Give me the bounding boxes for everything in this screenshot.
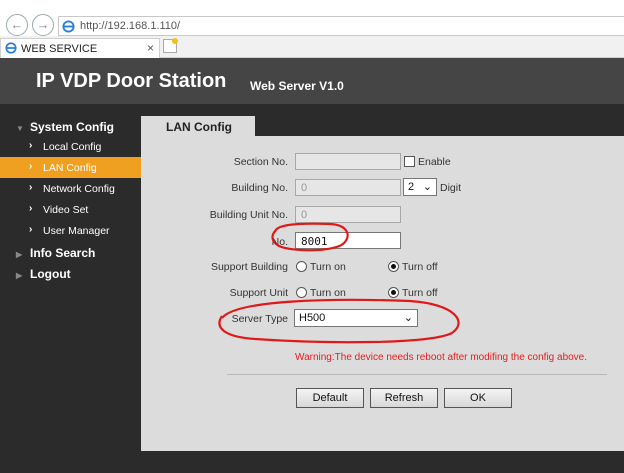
- default-button[interactable]: Default: [296, 388, 364, 408]
- tab-label: LAN Config: [166, 120, 232, 134]
- sidebar-section-logout[interactable]: ▶ Logout: [16, 267, 71, 281]
- ok-button[interactable]: OK: [444, 388, 512, 408]
- support-unit-label: Support Unit: [229, 287, 288, 299]
- app-title: IP VDP Door Station: [36, 70, 227, 92]
- new-tab-icon[interactable]: [163, 38, 178, 53]
- enable-checkbox[interactable]: [404, 156, 415, 167]
- close-icon[interactable]: ×: [147, 41, 154, 55]
- enable-label: Enable: [418, 156, 451, 168]
- support-unit-off-radio[interactable]: [388, 287, 399, 298]
- support-building-on-label: Turn on: [310, 261, 346, 273]
- sidebar-item-network-config[interactable]: › Network Config: [0, 178, 141, 199]
- chevron-right-icon: ›: [29, 140, 33, 151]
- sidebar-section-info-search[interactable]: ▶ Info Search: [16, 246, 95, 260]
- warning-message: Warning:The device needs reboot after mo…: [295, 352, 588, 363]
- chevron-right-icon: ›: [29, 182, 33, 193]
- support-building-label: Support Building: [210, 261, 288, 273]
- chevron-right-icon: ›: [29, 203, 33, 214]
- sidebar-section-label: Info Search: [30, 246, 96, 260]
- sidebar-item-lan-config[interactable]: › LAN Config: [0, 157, 141, 178]
- browser-tab-title: WEB SERVICE: [21, 43, 98, 55]
- tab-lan-config[interactable]: LAN Config: [141, 116, 255, 136]
- support-building-on-radio[interactable]: [296, 261, 307, 272]
- no-field[interactable]: 8001: [295, 232, 401, 249]
- ie-icon: [62, 20, 75, 33]
- sidebar-item-local-config[interactable]: › Local Config: [0, 136, 141, 157]
- server-type-select[interactable]: H500 ⌄: [294, 309, 418, 327]
- building-unit-no-field[interactable]: 0: [295, 206, 401, 223]
- triangle-down-icon: ▼: [16, 124, 24, 133]
- refresh-button[interactable]: Refresh: [370, 388, 438, 408]
- app-subtitle: Web Server V1.0: [250, 79, 344, 93]
- support-building-off-label: Turn off: [402, 261, 438, 273]
- no-label: No.: [271, 236, 288, 248]
- chevron-down-icon: ⌄: [422, 181, 432, 193]
- server-type-label: Server Type: [231, 313, 288, 325]
- support-unit-off-label: Turn off: [402, 287, 438, 299]
- building-unit-no-label: Building Unit No.: [209, 209, 288, 221]
- section-no-label: Section No.: [233, 156, 288, 168]
- browser-tab[interactable]: WEB SERVICE ×: [0, 38, 160, 58]
- url-text: http://192.168.1.110/: [80, 20, 181, 32]
- chevron-down-icon: ⌄: [403, 312, 413, 324]
- ie-icon: [5, 42, 17, 54]
- digit-select[interactable]: 2 ⌄: [403, 178, 437, 196]
- back-icon[interactable]: ←: [6, 14, 28, 36]
- browser-address-bar: ← → http://192.168.1.110/: [0, 0, 624, 36]
- support-unit-on-radio[interactable]: [296, 287, 307, 298]
- server-type-value: H500: [299, 312, 326, 324]
- triangle-right-icon: ▶: [16, 250, 23, 259]
- triangle-right-icon: ▶: [16, 271, 23, 280]
- sidebar-item-label: Local Config: [43, 141, 102, 153]
- building-no-label: Building No.: [231, 182, 288, 194]
- sidebar-section-label: System Config: [30, 120, 115, 134]
- chevron-right-icon: ›: [29, 224, 33, 235]
- sidebar-item-user-manager[interactable]: › User Manager: [0, 220, 141, 241]
- forward-icon[interactable]: →: [32, 14, 54, 36]
- chevron-right-icon: ›: [29, 161, 33, 172]
- sidebar-item-video-set[interactable]: › Video Set: [0, 199, 141, 220]
- sidebar-item-label: User Manager: [43, 225, 110, 237]
- app-header: IP VDP Door Station Web Server V1.0: [0, 58, 624, 104]
- support-building-off-radio[interactable]: [388, 261, 399, 272]
- sidebar-item-label: Network Config: [43, 183, 115, 195]
- section-no-field[interactable]: [295, 153, 401, 170]
- url-field[interactable]: http://192.168.1.110/: [58, 16, 624, 36]
- building-no-field[interactable]: 0: [295, 179, 401, 196]
- sidebar-item-label: LAN Config: [43, 162, 97, 174]
- divider: [227, 374, 607, 375]
- browser-tab-bar: WEB SERVICE ×: [0, 36, 624, 58]
- sidebar-item-label: Video Set: [43, 204, 89, 216]
- digit-select-value: 2: [408, 181, 415, 193]
- support-unit-on-label: Turn on: [310, 287, 346, 299]
- sidebar-section-system-config[interactable]: ▼ System Config: [16, 120, 114, 134]
- digit-label: Digit: [440, 182, 462, 194]
- sidebar-section-label: Logout: [30, 267, 71, 281]
